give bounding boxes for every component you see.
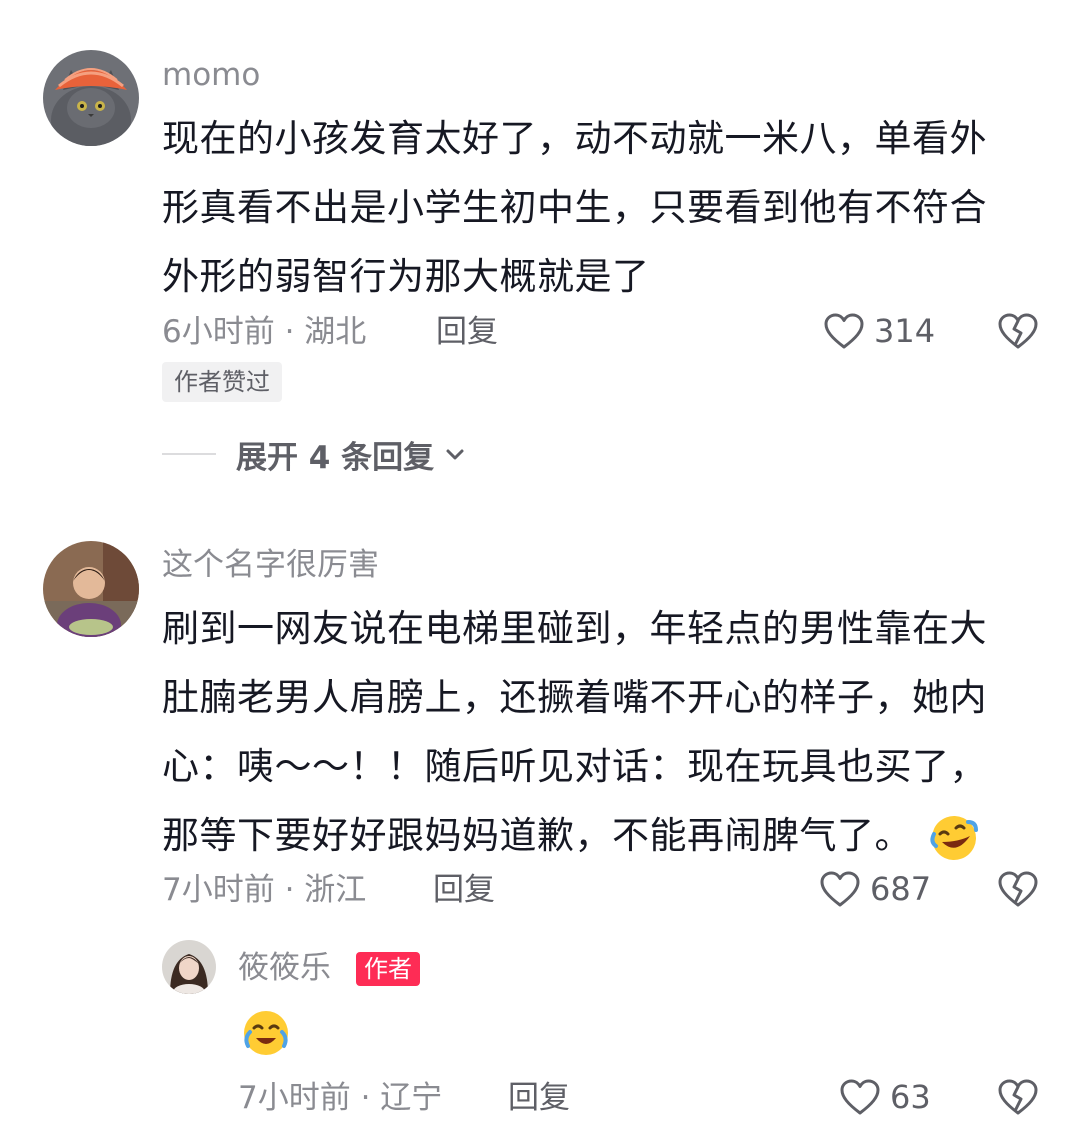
- comment-text: 刷到一网友说在电梯里碰到，年轻点的男性靠在大 肚腩老男人肩膀上，还撅着嘴不开心的…: [162, 594, 1042, 870]
- comment-text-line: 心：咦～～！！随后听见对话：现在玩具也买了，: [162, 745, 987, 788]
- comment-item: 这个名字很厉害 刷到一网友说在电梯里碰到，年轻点的男性靠在大 肚腩老男人肩膀上，…: [0, 0, 1080, 1140]
- dislike-button[interactable]: [996, 867, 1040, 911]
- like-count: 687: [870, 870, 932, 908]
- reply-avatar[interactable]: [162, 940, 216, 994]
- heart-outline-icon: [820, 871, 860, 907]
- broken-heart-icon: [998, 1079, 1038, 1115]
- like-button[interactable]: 687: [818, 867, 931, 911]
- comment-text-line: 那等下要好好跟妈妈道歉，不能再闹脾气了。: [162, 801, 1042, 870]
- reply-button[interactable]: 回复: [433, 870, 495, 910]
- laughing-crying-emoji: [240, 1006, 292, 1058]
- reply-button[interactable]: 回复: [508, 1078, 570, 1118]
- heart-outline-icon: [840, 1079, 880, 1115]
- reply-meta: 7小时前 · 辽宁: [238, 1080, 443, 1116]
- comment-username[interactable]: 这个名字很厉害: [162, 545, 379, 585]
- reply-username[interactable]: 筱筱乐: [238, 948, 331, 988]
- comment-text-line: 肚腩老男人肩膀上，还撅着嘴不开心的样子，她内: [162, 676, 987, 719]
- comment-text-line: 那等下要好好跟妈妈道歉，不能再闹脾气了。: [162, 814, 912, 857]
- broken-heart-icon: [998, 871, 1038, 907]
- dislike-button[interactable]: [996, 1075, 1040, 1119]
- laughing-crying-emoji: [928, 812, 980, 864]
- comment-meta: 7小时前 · 浙江: [162, 872, 367, 908]
- like-count: 63: [890, 1078, 931, 1116]
- like-button[interactable]: 63: [838, 1075, 931, 1119]
- avatar[interactable]: [43, 541, 139, 637]
- author-tag: 作者: [356, 952, 420, 986]
- comment-text-line: 刷到一网友说在电梯里碰到，年轻点的男性靠在大: [162, 607, 987, 650]
